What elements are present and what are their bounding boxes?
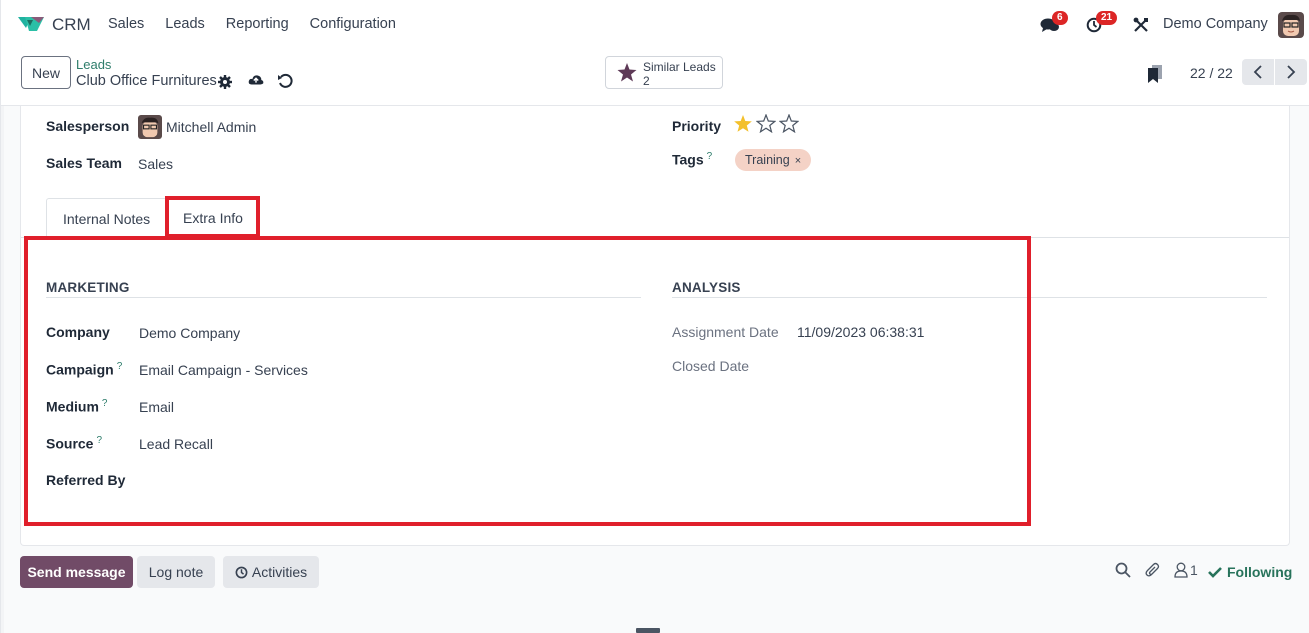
record-name: Club Office Furnitures [76, 73, 217, 89]
tag-label: Training [745, 153, 790, 167]
new-button[interactable]: New [21, 56, 71, 89]
chatter-divider-partial [636, 628, 660, 633]
following-button[interactable]: Following [1208, 564, 1292, 580]
pager-next-button[interactable] [1275, 59, 1307, 85]
paperclip-icon[interactable] [1145, 562, 1161, 579]
referred-by-label: Referred By [46, 472, 126, 488]
company-switcher[interactable]: Demo Company [1163, 16, 1268, 32]
salesperson-avatar-icon [138, 115, 162, 139]
referred-by-input[interactable] [139, 473, 619, 491]
breadcrumb-leads[interactable]: Leads [76, 57, 111, 72]
assignment-date-label: Assignment Date [672, 324, 779, 340]
menu-leads[interactable]: Leads [165, 16, 205, 32]
log-note-button[interactable]: Log note [137, 556, 215, 588]
crm-logo-icon[interactable] [17, 14, 45, 34]
salesperson-avatar [138, 115, 162, 139]
clock-icon [235, 566, 248, 578]
sales-team-label: Sales Team [46, 155, 123, 171]
marketing-separator [46, 297, 641, 298]
activities-badge: 21 [1096, 11, 1118, 25]
tools-icon [1133, 17, 1148, 32]
menu-configuration[interactable]: Configuration [310, 16, 396, 32]
form-sheet: Salesperson Mitchell Admin Sales Team Sa… [20, 106, 1290, 546]
send-message-button[interactable]: Send message [20, 556, 133, 588]
debug-tools-button[interactable] [1133, 17, 1151, 35]
star-icon [617, 63, 637, 82]
campaign-value[interactable]: Email Campaign - Services [139, 362, 308, 378]
priority-label: Priority [672, 118, 722, 134]
tab-extra-info[interactable]: Extra Info [167, 198, 259, 238]
user-avatar-icon [1278, 12, 1304, 38]
salesperson-value[interactable]: Mitchell Admin [166, 119, 256, 135]
following-label: Following [1227, 564, 1293, 580]
tags-label-text: Tags [672, 151, 704, 168]
pager-buttons [1242, 59, 1307, 85]
pager-previous-button[interactable] [1242, 59, 1274, 85]
similar-leads-button[interactable]: Similar Leads 2 [605, 56, 723, 89]
medium-label-text: Medium [46, 398, 99, 415]
activities-label: Activities [251, 564, 308, 580]
company-value[interactable]: Demo Company [139, 325, 240, 341]
campaign-label: Campaign? [46, 361, 122, 378]
company-label: Company [46, 324, 110, 340]
user-icon [1174, 562, 1188, 578]
star-filled-icon[interactable] [733, 114, 753, 133]
campaign-help-icon[interactable]: ? [117, 361, 123, 372]
followers-count: 1 [1190, 562, 1198, 578]
analysis-section-title: ANALYSIS [672, 280, 741, 295]
activities-chatter-button[interactable]: Activities [223, 556, 319, 588]
activities-button[interactable]: 21 [1086, 11, 1118, 35]
marketing-section-title: MARKETING [46, 280, 130, 295]
medium-label: Medium? [46, 398, 107, 415]
pager-value[interactable]: 22 / 22 [1190, 65, 1233, 81]
medium-value[interactable]: Email [139, 399, 174, 415]
star-empty-icon[interactable] [756, 114, 776, 133]
similar-leads-label: Similar Leads [643, 60, 716, 74]
tags-help-icon[interactable]: ? [707, 151, 713, 162]
user-avatar[interactable] [1278, 12, 1304, 38]
chevron-right-icon [1287, 65, 1296, 79]
chevron-left-icon [1253, 65, 1262, 79]
gear-icon[interactable] [217, 74, 233, 90]
source-label: Source? [46, 435, 102, 452]
search-icon[interactable] [1115, 562, 1131, 578]
menu-reporting[interactable]: Reporting [226, 16, 289, 32]
left-gutter [0, 106, 4, 633]
main-menu: Sales Leads Reporting Configuration [108, 16, 417, 32]
tag-remove-icon[interactable]: × [795, 155, 801, 167]
priority-stars[interactable] [733, 114, 799, 133]
analysis-separator [672, 297, 1267, 298]
tags-label: Tags? [672, 151, 712, 168]
messages-button[interactable]: 6 [1040, 11, 1068, 35]
followers-button[interactable]: 1 [1174, 562, 1198, 578]
check-icon [1208, 567, 1222, 578]
assignment-date-value: 11/09/2023 06:38:31 [797, 324, 925, 340]
bookmark-icon[interactable] [1147, 65, 1163, 83]
tab-internal-notes[interactable]: Internal Notes [46, 198, 168, 238]
salesperson-label: Salesperson [46, 118, 130, 134]
discard-icon[interactable] [277, 73, 293, 89]
menu-sales[interactable]: Sales [108, 16, 144, 32]
sales-team-value[interactable]: Sales [138, 156, 173, 172]
medium-help-icon[interactable]: ? [102, 398, 108, 409]
source-value[interactable]: Lead Recall [139, 436, 213, 452]
tag-badge[interactable]: Training × [735, 149, 812, 171]
star-empty-icon[interactable] [779, 114, 799, 133]
campaign-label-text: Campaign [46, 361, 114, 378]
source-help-icon[interactable]: ? [96, 435, 102, 446]
cloud-save-icon[interactable] [248, 72, 264, 88]
closed-date-label: Closed Date [672, 358, 750, 374]
messages-badge: 6 [1052, 11, 1068, 25]
source-label-text: Source [46, 435, 94, 452]
top-navbar: CRM Sales Leads Reporting Configuration … [0, 0, 1309, 50]
control-panel: New Leads Club Office Furnitures Similar… [0, 50, 1309, 106]
app-name[interactable]: CRM [52, 15, 91, 35]
similar-leads-count: 2 [643, 74, 650, 88]
